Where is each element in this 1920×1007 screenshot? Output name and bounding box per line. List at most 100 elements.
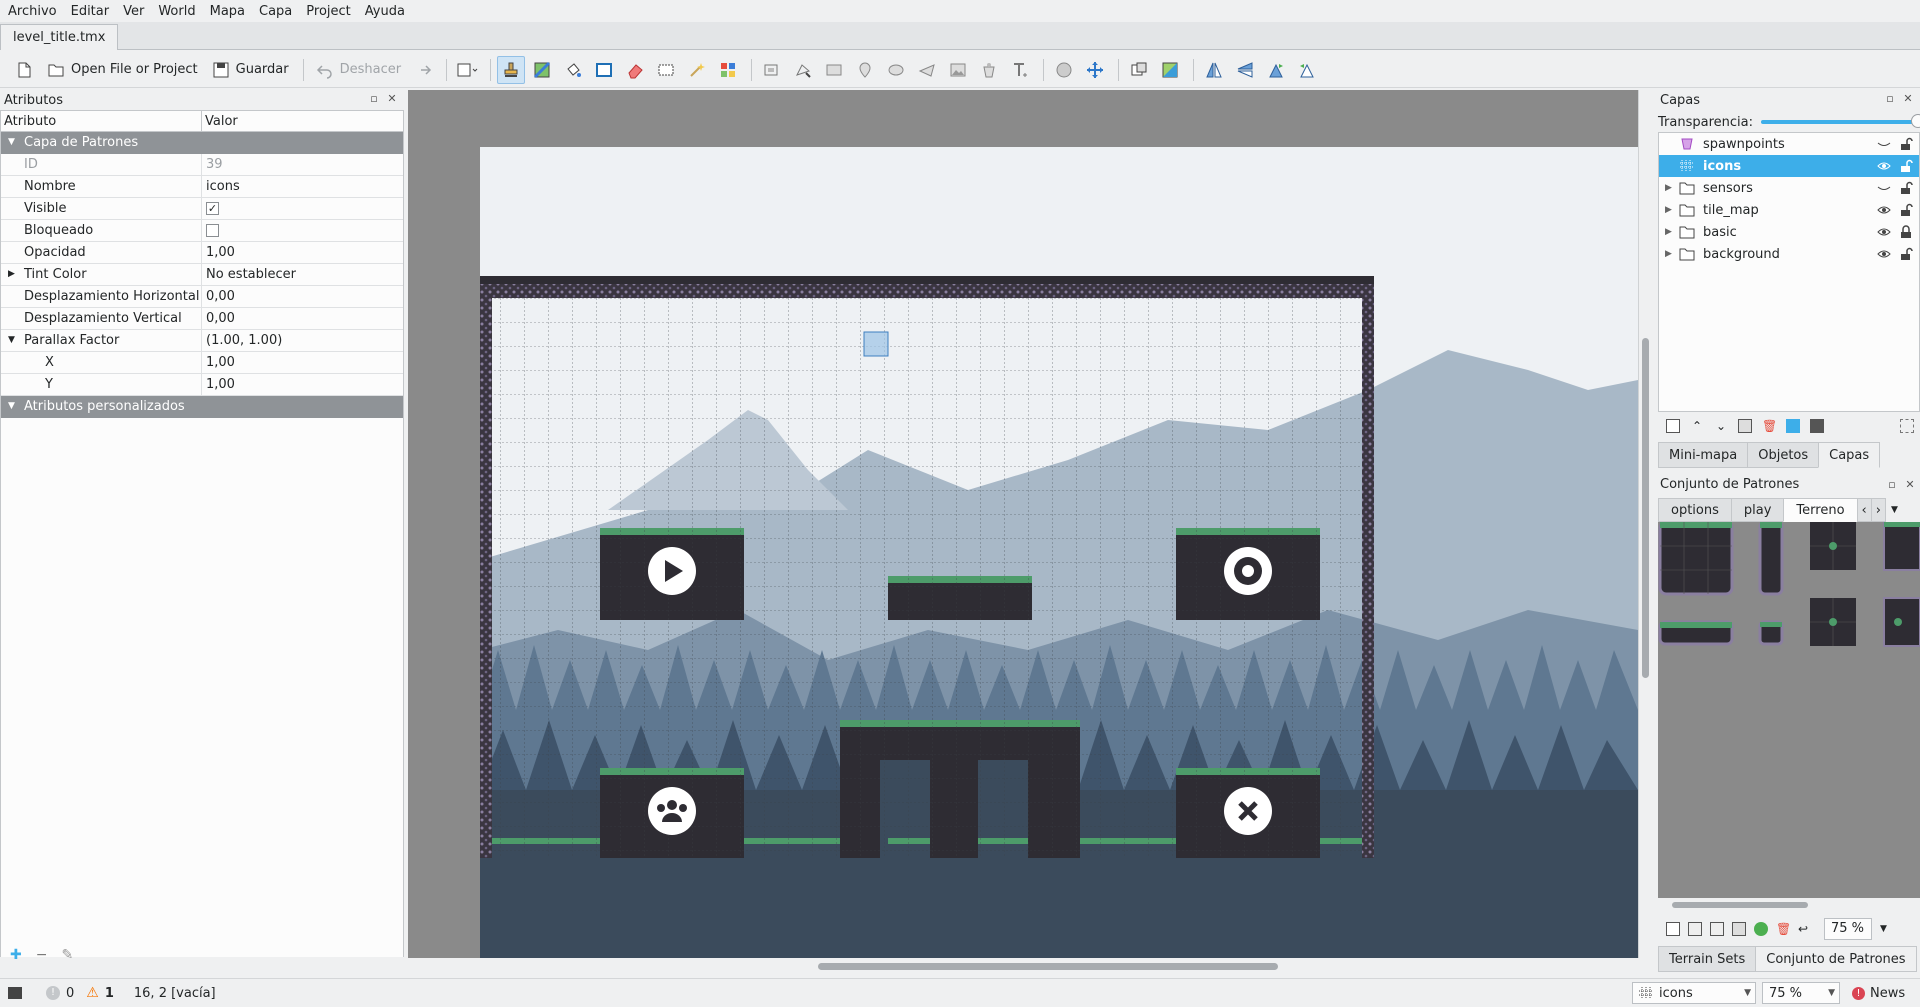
expand-arrow-icon[interactable]: ▶ <box>1665 249 1679 259</box>
stamp-mode-dropdown[interactable] <box>453 56 481 84</box>
tileset-colors-icon[interactable] <box>1754 922 1768 936</box>
map-horizontal-scrollbar[interactable] <box>408 958 1652 974</box>
tileset-view[interactable] <box>1658 522 1920 898</box>
error-icon[interactable]: ! <box>46 986 60 1000</box>
eye-icon[interactable] <box>1877 159 1891 173</box>
eye-icon[interactable] <box>1877 247 1891 261</box>
tileset-tiles[interactable] <box>1658 522 1920 898</box>
close-panel-icon[interactable]: ✕ <box>1902 93 1914 105</box>
prop-row-locked[interactable]: Bloqueado <box>1 220 403 242</box>
flip-vertical-button[interactable] <box>1231 56 1259 84</box>
highlight-layer-icon[interactable] <box>1900 419 1914 433</box>
visible-checkbox[interactable]: ✓ <box>206 202 219 215</box>
unlock-icon[interactable] <box>1899 181 1913 195</box>
warning-icon[interactable]: ⚠ <box>86 985 99 1001</box>
shape-fill-tool[interactable] <box>590 56 618 84</box>
document-tab[interactable]: level_title.tmx <box>0 24 119 50</box>
flip-horizontal-button[interactable] <box>1200 56 1228 84</box>
tab-layers[interactable]: Capas <box>1818 442 1881 468</box>
map-render[interactable] <box>408 90 1638 958</box>
menu-mapa[interactable]: Mapa <box>210 4 253 19</box>
random-mode-button[interactable] <box>1125 56 1153 84</box>
rotate-right-button[interactable] <box>1293 56 1321 84</box>
duplicate-layer-icon[interactable] <box>1738 419 1752 433</box>
terrain-tile[interactable] <box>1883 522 1920 571</box>
layer-item-tile-map[interactable]: ▶ tile_map <box>1659 199 1919 221</box>
unlock-icon[interactable] <box>1899 159 1913 173</box>
terrain-tile[interactable] <box>1810 598 1856 646</box>
group-tile-layer[interactable]: ▼ Capa de Patrones <box>1 132 403 154</box>
insert-tile-tool[interactable] <box>944 56 972 84</box>
group-custom-properties[interactable]: ▼ Atributos personalizados <box>1 396 403 418</box>
show-other-layers-icon[interactable] <box>1786 419 1800 433</box>
offset-x-value[interactable]: 0,00 <box>202 286 403 307</box>
prop-row-parallax-x[interactable]: X 1,00 <box>1 352 403 374</box>
menu-ver[interactable]: Ver <box>123 4 152 19</box>
opacity-value[interactable]: 1,00 <box>202 242 403 263</box>
new-tileset-icon[interactable] <box>1666 922 1680 936</box>
offset-y-value[interactable]: 0,00 <box>202 308 403 329</box>
terrain-tile[interactable] <box>1658 620 1734 646</box>
remove-property-icon[interactable]: − <box>36 947 48 963</box>
menu-world[interactable]: World <box>158 4 203 19</box>
move-tool[interactable] <box>1081 56 1109 84</box>
collapse-arrow-icon[interactable]: ▼ <box>8 132 15 153</box>
tint-color-value[interactable]: No establecer <box>202 264 403 285</box>
zoom-dropdown-icon[interactable]: ▼ <box>1880 924 1887 934</box>
prop-row-visible[interactable]: Visible ✓ <box>1 198 403 220</box>
tileset-zoom-combo[interactable]: 75 % <box>1824 918 1872 940</box>
world-tool[interactable] <box>1050 56 1078 84</box>
expand-arrow-icon[interactable]: ▶ <box>1665 227 1679 237</box>
prop-row-opacity[interactable]: Opacidad 1,00 <box>1 242 403 264</box>
prop-row-name[interactable]: Nombre icons <box>1 176 403 198</box>
parallax-y-value[interactable]: 1,00 <box>202 374 403 395</box>
menu-archivo[interactable]: Archivo <box>8 4 65 19</box>
current-layer-combo[interactable]: icons ▼ <box>1632 982 1756 1004</box>
tab-scroll-left[interactable]: ‹ <box>1856 498 1872 522</box>
menu-capa[interactable]: Capa <box>259 4 300 19</box>
close-panel-icon[interactable]: ✕ <box>1904 479 1916 491</box>
prop-row-tint-color[interactable]: ▶ Tint Color No establecer <box>1 264 403 286</box>
stamp-brush-tool[interactable] <box>497 55 526 84</box>
map-vertical-scrollbar[interactable] <box>1638 90 1652 958</box>
eye-icon[interactable] <box>1877 225 1891 239</box>
prop-row-parallax-y[interactable]: Y 1,00 <box>1 374 403 396</box>
rotate-left-button[interactable] <box>1262 56 1290 84</box>
collapse-arrow-icon[interactable]: ▼ <box>8 396 15 417</box>
new-layer-icon[interactable] <box>1666 419 1680 433</box>
new-file-button[interactable] <box>10 56 38 84</box>
raise-layer-icon[interactable]: ⌃ <box>1690 419 1704 433</box>
insert-template-tool[interactable] <box>975 56 1003 84</box>
tab-list-dropdown[interactable]: ▼ <box>1885 498 1904 522</box>
lock-layer-icon[interactable] <box>1810 419 1824 433</box>
insert-ellipse-tool[interactable] <box>882 56 910 84</box>
layer-item-background[interactable]: ▶ background <box>1659 243 1919 265</box>
layer-item-sensors[interactable]: ▶ sensors <box>1659 177 1919 199</box>
tab-scroll-right[interactable]: › <box>1870 498 1886 522</box>
terrain-tile[interactable] <box>1810 522 1856 570</box>
open-file-button[interactable]: Open File or Project <box>41 56 204 84</box>
tileset-tab-play[interactable]: play <box>1730 498 1785 522</box>
menu-ayuda[interactable]: Ayuda <box>365 4 413 19</box>
save-button[interactable]: Guardar <box>206 56 295 84</box>
prop-row-offset-y[interactable]: Desplazamiento Vertical 0,00 <box>1 308 403 330</box>
hidden-eye-icon[interactable] <box>1877 181 1891 195</box>
redo-button[interactable] <box>409 56 437 84</box>
bucket-fill-tool[interactable] <box>559 56 587 84</box>
float-panel-icon[interactable]: ▫ <box>368 93 380 105</box>
console-icon[interactable] <box>8 987 22 999</box>
lock-icon[interactable] <box>1899 225 1913 239</box>
select-same-tile-tool[interactable] <box>714 56 742 84</box>
expand-arrow-icon[interactable]: ▶ <box>8 264 15 285</box>
hidden-eye-icon[interactable] <box>1877 137 1891 151</box>
tab-objects[interactable]: Objetos <box>1747 442 1820 468</box>
float-panel-icon[interactable]: ▫ <box>1884 93 1896 105</box>
export-tileset-icon[interactable] <box>1710 922 1724 936</box>
menu-project[interactable]: Project <box>306 4 358 19</box>
tab-minimap[interactable]: Mini-mapa <box>1658 442 1749 468</box>
insert-polygon-tool[interactable] <box>913 56 941 84</box>
object-select-tool[interactable] <box>758 56 786 84</box>
locked-checkbox[interactable] <box>206 224 219 237</box>
prop-row-offset-x[interactable]: Desplazamiento Horizontal 0,00 <box>1 286 403 308</box>
unlock-icon[interactable] <box>1899 247 1913 261</box>
